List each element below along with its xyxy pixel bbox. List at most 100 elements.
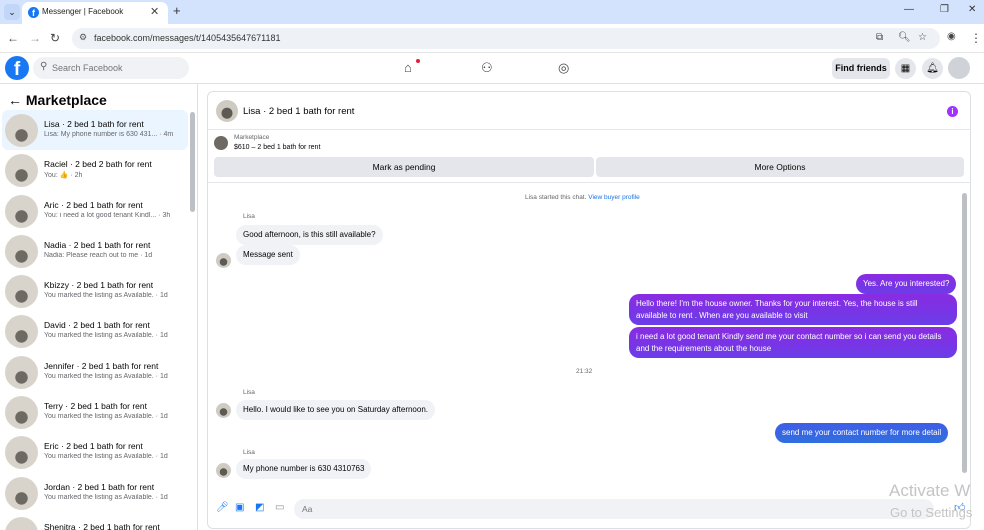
- menu-grid-icon[interactable]: ▦: [895, 58, 916, 79]
- reload-icon[interactable]: ↻: [50, 31, 60, 45]
- url-box[interactable]: ⚙ facebook.com/messages/t/14054356476711…: [72, 28, 940, 49]
- incoming-message[interactable]: Hello. I would like to see you on Saturd…: [236, 400, 435, 420]
- facebook-header: f ⚲ ⌂ ⚇ ◎ Find friends ▦ 🔔︎: [0, 53, 984, 84]
- incoming-message[interactable]: Message sent: [236, 245, 300, 265]
- conversation-preview: Lisa: My phone number is 630 431... · 4m: [44, 131, 174, 138]
- avatar: [5, 114, 38, 147]
- conversation-preview: You marked the listing as Available. · 1…: [44, 372, 168, 380]
- avatar: [5, 154, 38, 188]
- avatar: [5, 194, 38, 228]
- conversation-name: Jennifer · 2 bed 1 bath for rent: [44, 360, 159, 371]
- sidebar-scrollbar[interactable]: [190, 112, 195, 212]
- more-options-button[interactable]: More Options: [596, 157, 964, 177]
- view-buyer-profile-link[interactable]: View buyer profile: [588, 194, 640, 201]
- back-icon[interactable]: ←: [7, 31, 19, 45]
- tab-close-icon[interactable]: ✕: [150, 5, 159, 18]
- sticker-icon[interactable]: ◩: [255, 502, 264, 513]
- search-input[interactable]: [52, 61, 182, 75]
- avatar: [5, 234, 38, 268]
- conversation-name: Nadia · 2 bed 1 bath for rent: [44, 239, 151, 250]
- close-window-icon[interactable]: ✕: [968, 4, 976, 15]
- avatar[interactable]: [216, 100, 238, 122]
- minimize-icon[interactable]: —: [904, 4, 914, 15]
- restore-icon[interactable]: ❐: [940, 4, 949, 15]
- outgoing-message[interactable]: send me your contact number for more det…: [775, 423, 949, 443]
- friends-icon[interactable]: ⚇: [481, 60, 493, 76]
- avatar: [5, 476, 38, 510]
- conversation-item[interactable]: Kbizzy · 2 bed 1 bath for rent You marked…: [2, 271, 188, 311]
- browser-tab[interactable]: f Messenger | Facebook ✕: [22, 2, 168, 24]
- conversation-name: Jordan · 2 bed 1 bath for rent: [44, 481, 155, 492]
- conversation-item[interactable]: Jennifer · 2 bed 1 bath for rent You mark…: [2, 352, 188, 392]
- avatar: [5, 396, 38, 430]
- info-icon[interactable]: i: [947, 106, 958, 117]
- find-friends-button[interactable]: Find friends: [832, 58, 890, 79]
- conversation-name: Shenitra · 2 bed 1 bath for rent: [44, 521, 160, 530]
- tab-search-icon[interactable]: ⌄: [4, 4, 20, 20]
- outgoing-message[interactable]: Hello there! I'm the house owner. Thanks…: [629, 294, 957, 325]
- avatar: [5, 315, 38, 349]
- activation-watermark: Go to Settings: [890, 505, 973, 520]
- profile-avatar[interactable]: [948, 57, 970, 79]
- conversation-item[interactable]: Raciel · 2 bed 2 bath for rent You: 👍 · 2…: [2, 150, 188, 190]
- notification-dot: [416, 59, 420, 63]
- message-timestamp: 21:32: [576, 368, 593, 375]
- marketplace-sidebar: ← Marketplace Lisa · 2 bed 1 bath for re…: [0, 84, 198, 530]
- conversation-item[interactable]: Eric · 2 bed 1 bath for rent You marked t…: [2, 432, 188, 472]
- chat-panel: Lisa · 2 bed 1 bath for rent i Marketpla…: [207, 91, 971, 529]
- conversation-name: David · 2 bed 1 bath for rent: [44, 320, 150, 331]
- conversation-name: Raciel · 2 bed 2 bath for rent: [44, 159, 152, 170]
- conversation-item[interactable]: Lisa · 2 bed 1 bath for rent Lisa: My pho…: [2, 110, 188, 151]
- chat-title[interactable]: Lisa · 2 bed 1 bath for rent: [243, 106, 354, 117]
- microphone-icon[interactable]: 🎤︎: [216, 502, 229, 513]
- install-icon[interactable]: ⧉: [876, 32, 883, 43]
- back-arrow-icon[interactable]: ←: [8, 92, 22, 108]
- forward-icon[interactable]: →: [29, 31, 41, 45]
- message-input[interactable]: [294, 499, 934, 519]
- avatar: [5, 275, 38, 309]
- zoom-icon[interactable]: 🔍︎: [898, 32, 911, 43]
- conversation-item[interactable]: Nadia · 2 bed 1 bath for rent Nadia: Plea…: [2, 231, 188, 271]
- groups-icon[interactable]: ◎: [558, 60, 569, 76]
- conversation-item[interactable]: Terry · 2 bed 1 bath for rent You marked …: [2, 392, 188, 432]
- outgoing-message[interactable]: Yes. Are you interested?: [856, 274, 957, 294]
- avatar: [5, 355, 38, 389]
- conversation-item[interactable]: Aric · 2 bed 1 bath for rent You: i need …: [2, 191, 188, 231]
- photo-icon[interactable]: ▣: [235, 502, 244, 513]
- browser-tab-bar: ⌄ f Messenger | Facebook ✕ + — ❐ ✕: [0, 0, 984, 24]
- conversation-item[interactable]: David · 2 bed 1 bath for rent You marked …: [2, 311, 188, 351]
- facebook-logo-icon[interactable]: f: [5, 56, 29, 80]
- bookmark-star-icon[interactable]: ☆: [918, 32, 927, 43]
- mark-as-pending-button[interactable]: Mark as pending: [214, 157, 594, 177]
- tab-title: Messenger | Facebook: [42, 7, 124, 16]
- conversation-list: Lisa · 2 bed 1 bath for rent Lisa: My pho…: [0, 110, 190, 530]
- message-composer: 🎤︎ ▣ ◩ ▭ 👍︎: [208, 496, 970, 522]
- home-icon[interactable]: ⌂: [404, 60, 412, 75]
- incoming-message[interactable]: My phone number is 630 4310763: [236, 459, 372, 479]
- avatar: [5, 516, 38, 530]
- listing-banner[interactable]: Marketplace $610 – 2 bed 1 bath for rent: [208, 130, 970, 156]
- sender-name: Lisa: [243, 213, 255, 220]
- menu-icon[interactable]: ⋮: [970, 31, 982, 45]
- conversation-item[interactable]: Jordan · 2 bed 1 bath for rent You marked…: [2, 473, 188, 513]
- conversation-preview: You marked the listing as Available. · 1…: [44, 292, 168, 300]
- thread-scrollbar[interactable]: [962, 193, 967, 473]
- profile-icon[interactable]: ◉: [947, 31, 956, 42]
- site-info-icon[interactable]: ⚙: [79, 32, 87, 43]
- conversation-preview: You marked the listing as Available. · 1…: [44, 332, 168, 340]
- search-box[interactable]: ⚲: [33, 57, 189, 79]
- incoming-message[interactable]: Good afternoon, is this still available?: [236, 225, 383, 245]
- conversation-name: Eric · 2 bed 1 bath for rent: [44, 441, 143, 452]
- notifications-bell-icon[interactable]: 🔔︎: [922, 58, 943, 79]
- new-tab-button[interactable]: +: [173, 3, 181, 18]
- outgoing-message[interactable]: i need a lot good tenant Kindly send me …: [629, 327, 957, 358]
- chat-started-text: Lisa started this chat.: [525, 194, 587, 201]
- listing-price: $610 – 2 bed 1 bath for rent: [234, 144, 321, 151]
- conversation-name: Aric · 2 bed 1 bath for rent: [44, 199, 143, 210]
- chat-started-note: Lisa started this chat. View buyer profi…: [525, 194, 640, 201]
- search-icon: ⚲: [40, 61, 48, 72]
- avatar: [216, 253, 231, 268]
- message-thread: Lisa started this chat. View buyer profi…: [208, 182, 970, 488]
- gif-icon[interactable]: ▭: [275, 502, 284, 513]
- conversation-item[interactable]: Shenitra · 2 bed 1 bath for rent: [2, 513, 188, 530]
